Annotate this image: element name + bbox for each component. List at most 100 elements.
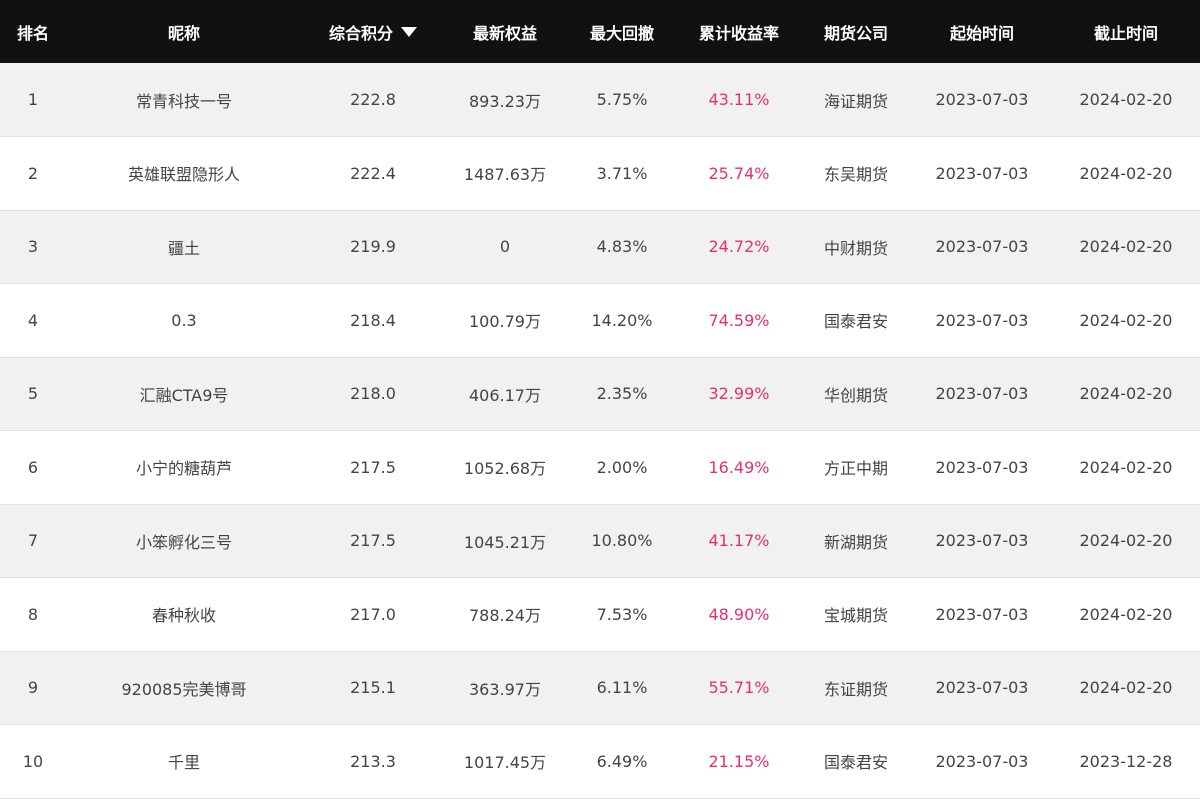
cell-drawdown: 6.11% [596, 678, 648, 698]
cell-nickname: 0.3 [66, 284, 302, 358]
leaderboard: 排名 昵称 综合积分 最新权益 最大回撤 累计收益率 期货公司 起始时间 截止时… [0, 0, 1200, 799]
cell-firm: 东吴期货 [823, 165, 888, 185]
cell-equity: 893.23万 [469, 91, 541, 111]
cell-end: 2024-02-20 [1079, 310, 1173, 330]
cell-return: 41.17% [708, 531, 770, 551]
cell-nickname: 千里 [66, 725, 302, 799]
cell-return: 48.90% [708, 604, 770, 624]
cell-equity: 363.97万 [469, 679, 541, 699]
table-row: 7 小笨孵化三号 217.5 1045.21万 10.80% 41.17% 新湖… [0, 504, 1200, 578]
table-row: 5 汇融CTA9号 218.0 406.17万 2.35% 32.99% 华创期… [0, 357, 1200, 431]
header-score-label: 综合积分 [328, 23, 393, 43]
nickname-link[interactable]: 疆土 [168, 239, 200, 258]
header-nickname: 昵称 [167, 23, 200, 43]
cell-end: 2024-02-20 [1079, 237, 1173, 257]
cell-rank: 8 [27, 604, 39, 624]
cell-nickname: 疆土 [66, 210, 302, 284]
cell-drawdown: 14.20% [591, 310, 653, 330]
cell-score: 213.3 [350, 751, 396, 771]
header-firm: 期货公司 [823, 23, 888, 43]
cell-start: 2023-07-03 [935, 531, 1029, 551]
cell-rank: 9 [27, 678, 39, 698]
cell-rank: 7 [27, 531, 39, 551]
cell-end: 2024-02-20 [1079, 163, 1173, 183]
cell-firm: 东证期货 [823, 679, 888, 699]
nickname-link[interactable]: 英雄联盟隐形人 [128, 165, 240, 184]
cell-start: 2023-07-03 [935, 237, 1029, 257]
nickname-link[interactable]: 千里 [168, 753, 200, 772]
cell-score: 217.5 [350, 531, 396, 551]
cell-start: 2023-07-03 [935, 90, 1029, 109]
cell-firm: 中财期货 [823, 238, 888, 258]
cell-equity: 1045.21万 [463, 532, 547, 552]
header-start: 起始时间 [949, 23, 1014, 43]
cell-score: 218.0 [350, 384, 396, 404]
cell-equity: 1487.63万 [463, 165, 547, 185]
cell-end: 2024-02-20 [1079, 678, 1173, 698]
cell-equity: 100.79万 [469, 312, 541, 332]
header-rank: 排名 [16, 23, 49, 43]
table-row: 1 常青科技一号 222.8 893.23万 5.75% 43.11% 海证期货… [0, 63, 1200, 137]
cell-firm: 国泰君安 [823, 312, 888, 332]
cell-nickname: 920085完美博哥 [66, 651, 302, 725]
cell-start: 2023-07-03 [935, 678, 1029, 698]
cell-end: 2024-02-20 [1079, 90, 1173, 109]
cell-nickname: 春种秋收 [66, 578, 302, 652]
cell-equity: 406.17万 [469, 385, 541, 405]
cell-return: 25.74% [708, 163, 770, 183]
table-header-row: 排名 昵称 综合积分 最新权益 最大回撤 累计收益率 期货公司 起始时间 截止时… [0, 0, 1200, 63]
cell-firm: 国泰君安 [823, 753, 888, 773]
cell-return: 24.72% [708, 237, 770, 257]
cell-drawdown: 2.35% [596, 384, 648, 404]
cell-score: 217.5 [350, 457, 396, 477]
cell-score: 217.0 [350, 604, 396, 624]
nickname-link[interactable]: 920085完美博哥 [121, 680, 246, 699]
cell-rank: 2 [27, 163, 39, 183]
nickname-link[interactable]: 春种秋收 [152, 606, 216, 625]
cell-rank: 3 [27, 237, 39, 257]
cell-end: 2024-02-20 [1079, 604, 1173, 624]
cell-rank: 5 [27, 384, 39, 404]
cell-start: 2023-07-03 [935, 163, 1029, 183]
cell-start: 2023-07-03 [935, 384, 1029, 404]
cell-drawdown: 4.83% [596, 237, 648, 257]
nickname-link[interactable]: 小笨孵化三号 [136, 533, 232, 552]
cell-return: 32.99% [708, 384, 770, 404]
cell-score: 218.4 [350, 310, 396, 330]
cell-drawdown: 3.71% [596, 163, 648, 183]
cell-return: 74.59% [708, 310, 770, 330]
cell-start: 2023-07-03 [935, 604, 1029, 624]
cell-end: 2023-12-28 [1079, 751, 1173, 771]
header-drawdown: 最大回撤 [589, 23, 654, 43]
nickname-link[interactable]: 汇融CTA9号 [140, 386, 229, 405]
cell-rank: 6 [27, 457, 39, 477]
cell-rank: 1 [27, 90, 39, 109]
cell-nickname: 小笨孵化三号 [66, 504, 302, 578]
header-end: 截止时间 [1093, 23, 1158, 43]
cell-return: 16.49% [708, 457, 770, 477]
cell-nickname: 常青科技一号 [66, 63, 302, 137]
cell-drawdown: 7.53% [596, 604, 648, 624]
cell-end: 2024-02-20 [1079, 384, 1173, 404]
table-row: 6 小宁的糖葫芦 217.5 1052.68万 2.00% 16.49% 方正中… [0, 430, 1200, 504]
cell-firm: 华创期货 [823, 385, 888, 405]
cell-firm: 方正中期 [823, 459, 888, 479]
header-return: 累计收益率 [698, 23, 779, 43]
table-row: 4 0.3 218.4 100.79万 14.20% 74.59% 国泰君安 2… [0, 283, 1200, 358]
nickname-link[interactable]: 0.3 [171, 311, 196, 330]
cell-start: 2023-07-03 [935, 751, 1029, 771]
cell-score: 219.9 [350, 237, 396, 257]
header-score-sort[interactable]: 综合积分 [302, 0, 444, 63]
nickname-link[interactable]: 常青科技一号 [136, 92, 232, 111]
cell-drawdown: 10.80% [591, 531, 653, 551]
table-row: 3 疆土 219.9 0 4.83% 24.72% 中财期货 2023-07-0… [0, 210, 1200, 284]
cell-equity: 1052.68万 [463, 459, 547, 479]
cell-drawdown: 2.00% [596, 457, 648, 477]
cell-rank: 10 [22, 751, 44, 771]
cell-return: 43.11% [708, 90, 770, 109]
nickname-link[interactable]: 小宁的糖葫芦 [136, 459, 232, 478]
cell-start: 2023-07-03 [935, 310, 1029, 330]
cell-rank: 4 [27, 310, 39, 330]
cell-firm: 海证期货 [823, 91, 888, 111]
cell-firm: 新湖期货 [823, 532, 888, 552]
